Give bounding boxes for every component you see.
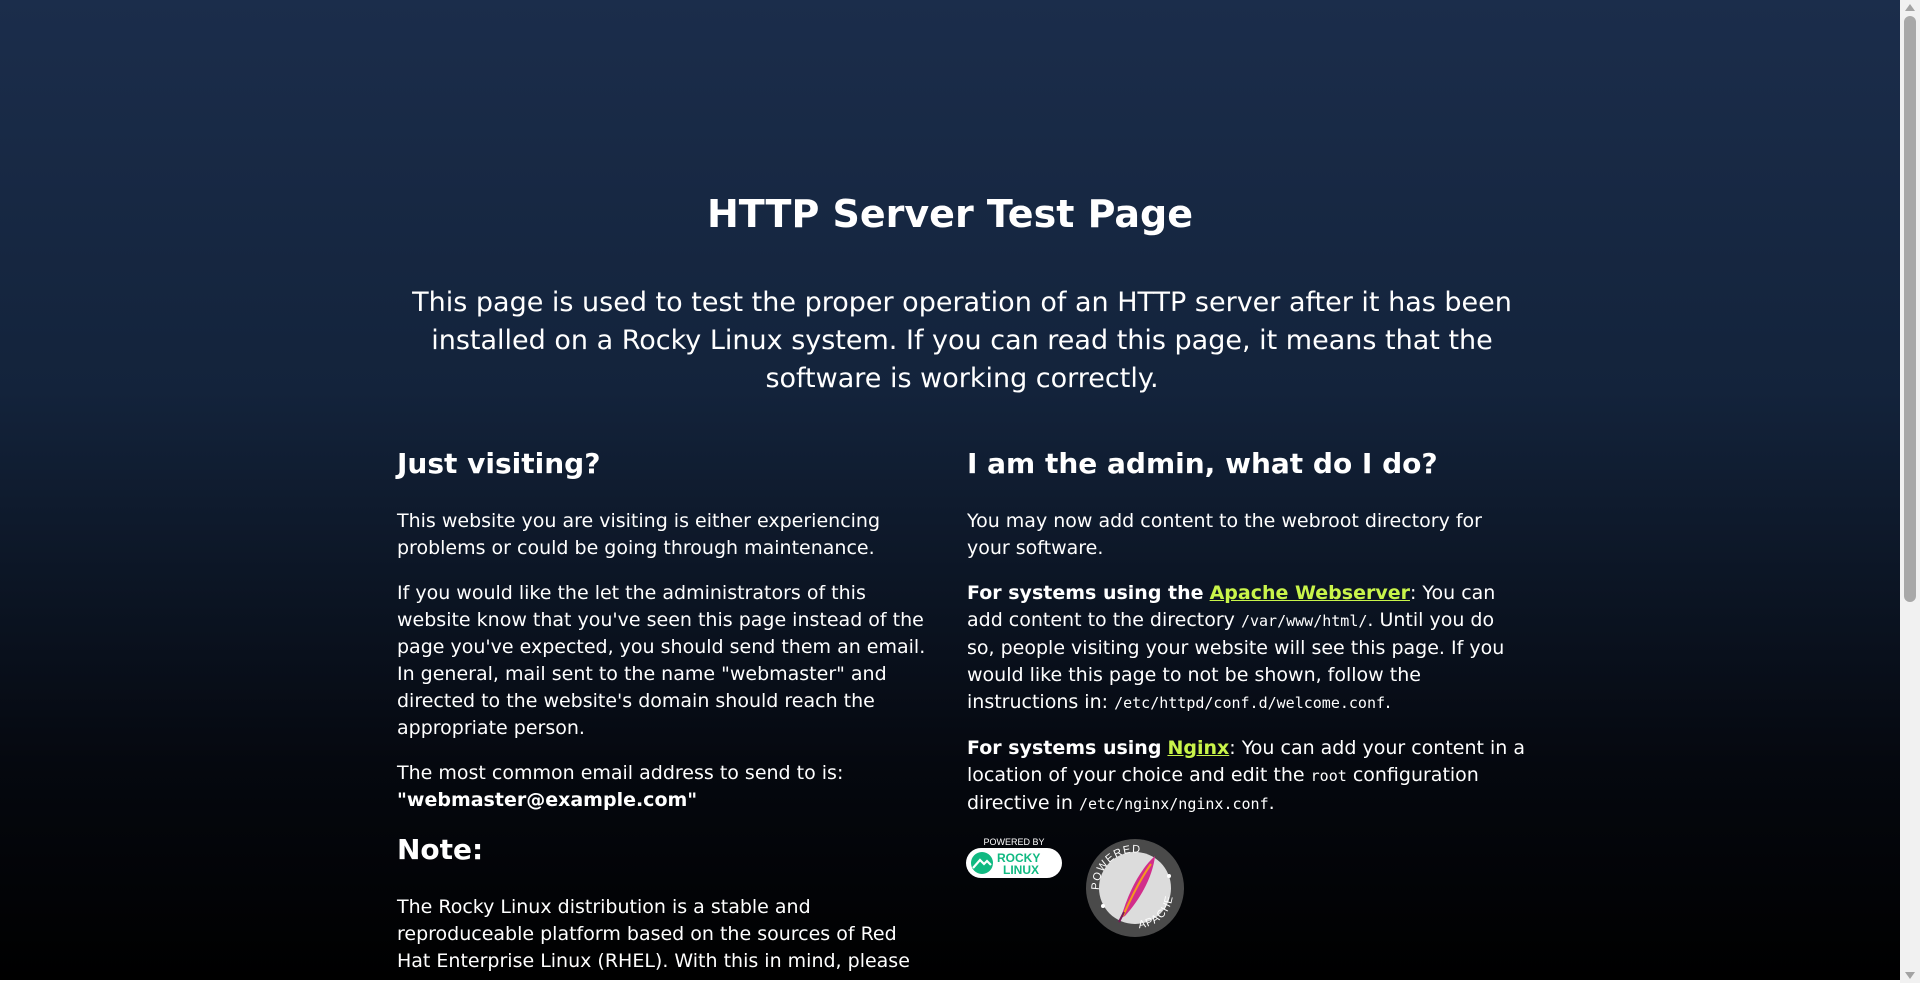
rocky-badge-word-2: LINUX (1003, 863, 1039, 877)
welcome-conf-path: /etc/httpd/conf.d/welcome.conf (1114, 694, 1386, 712)
page-viewport: HTTP Server Test Page This page is used … (0, 0, 1900, 980)
intro-paragraph: This page is used to test the proper ope… (412, 287, 1512, 394)
nginx-prefix: For systems using (967, 737, 1162, 759)
page-title: HTTP Server Test Page (706, 192, 1194, 236)
apache-paragraph: For systems using the Apache Webserver: … (967, 580, 1527, 717)
admin-heading: I am the admin, what do I do? (967, 447, 1438, 480)
nginx-text-3: . (1268, 792, 1275, 814)
powered-by-badges: POWERED BY ROCKY LINUX POWERED BY APA (965, 836, 1527, 946)
visitor-heading: Just visiting? (397, 447, 601, 480)
rocky-linux-logo-icon[interactable]: POWERED BY ROCKY LINUX (965, 836, 1063, 882)
visitor-paragraph-1: This website you are visiting is either … (397, 510, 881, 559)
admin-paragraph-1: You may now add content to the webroot d… (967, 510, 1482, 559)
root-directive: root (1310, 767, 1347, 785)
nginx-paragraph: For systems using Nginx: You can add you… (967, 735, 1527, 818)
webmaster-email: "webmaster@example.com" (397, 789, 698, 811)
visitor-column: Just visiting? This website you are visi… (397, 446, 932, 980)
scroll-up-arrow-icon[interactable] (1905, 4, 1915, 11)
email-intro-text: The most common email address to send to… (397, 762, 844, 784)
admin-column: I am the admin, what do I do? You may no… (965, 446, 1527, 946)
vertical-scrollbar[interactable] (1900, 0, 1920, 983)
apache-badge-dot-right (1167, 874, 1171, 878)
apache-prefix: For systems using the (967, 582, 1204, 604)
scroll-down-arrow-icon[interactable] (1905, 972, 1915, 979)
webroot-path: /var/www/html/ (1240, 612, 1368, 630)
scrollbar-thumb[interactable] (1904, 16, 1916, 602)
nginx-link[interactable]: Nginx (1167, 737, 1229, 759)
note-heading: Note: (397, 833, 484, 866)
visitor-paragraph-2: If you would like the let the administra… (397, 582, 926, 739)
apache-webserver-link[interactable]: Apache Webserver (1210, 582, 1410, 604)
nginx-conf-path: /etc/nginx/nginx.conf (1078, 795, 1269, 813)
rocky-badge-top-text: POWERED BY (983, 837, 1044, 847)
apache-badge-dot-left (1101, 904, 1105, 908)
apache-feather-icon[interactable]: POWERED BY APACHE (1083, 836, 1187, 940)
visitor-paragraph-3: The most common email address to send to… (397, 760, 932, 814)
apache-text-3: . (1385, 691, 1392, 713)
note-paragraph: The Rocky Linux distribution is a stable… (397, 896, 910, 980)
